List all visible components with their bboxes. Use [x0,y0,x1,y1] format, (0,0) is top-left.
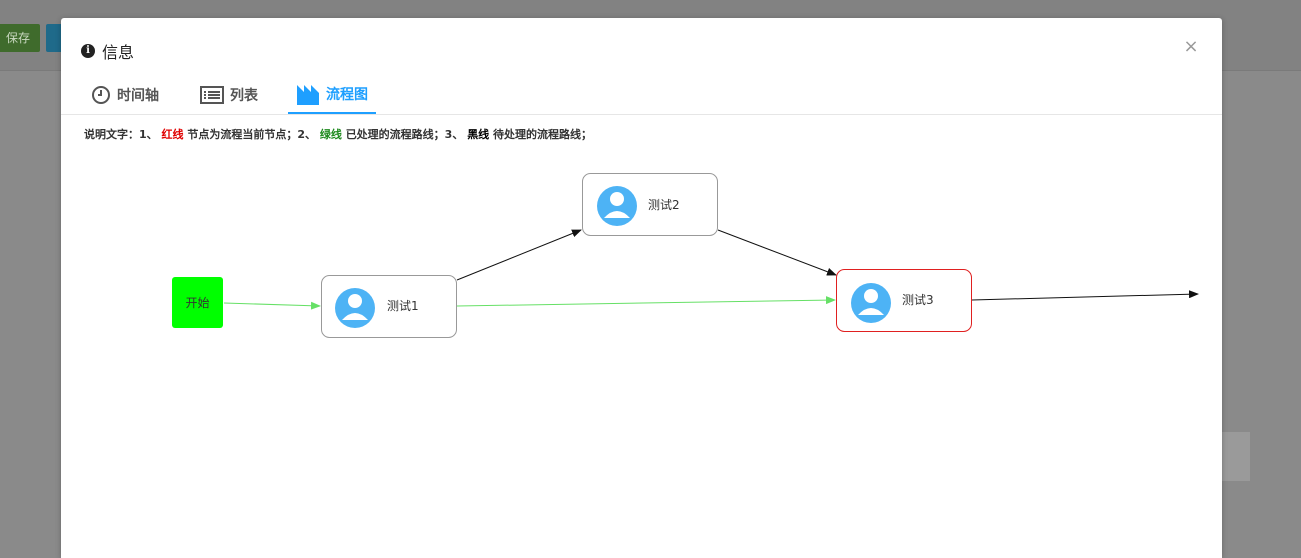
flowchart-canvas: 开始 测试1 测试2 测试3 [172,173,1199,338]
flow-start-node[interactable]: 开始 [172,277,223,328]
edge-start-to-test1 [223,301,321,310]
start-label: 开始 [185,296,209,310]
flow-node-test1[interactable]: 测试1 [321,275,457,338]
edge-test1-to-test2 [456,229,582,281]
node-label: 测试1 [387,298,419,313]
info-dialog: i 信息 × 时间轴 列表 流程图 说明文字：1、 红线 节点为流程当前节点；2… [61,18,1222,558]
user-avatar-icon [851,283,891,323]
node-label: 测试2 [648,197,680,212]
background-panel [1222,432,1250,481]
edge-test2-to-test3 [717,229,837,276]
flow-node-test2[interactable]: 测试2 [582,173,718,236]
edge-test1-to-test3 [456,296,836,307]
node-label: 测试3 [902,292,934,307]
user-avatar-icon [597,186,637,226]
flow-node-test3[interactable]: 测试3 [836,269,972,332]
edge-test3-to-next [971,290,1199,301]
user-avatar-icon [335,288,375,328]
background-save-button: 保存 [0,24,40,52]
